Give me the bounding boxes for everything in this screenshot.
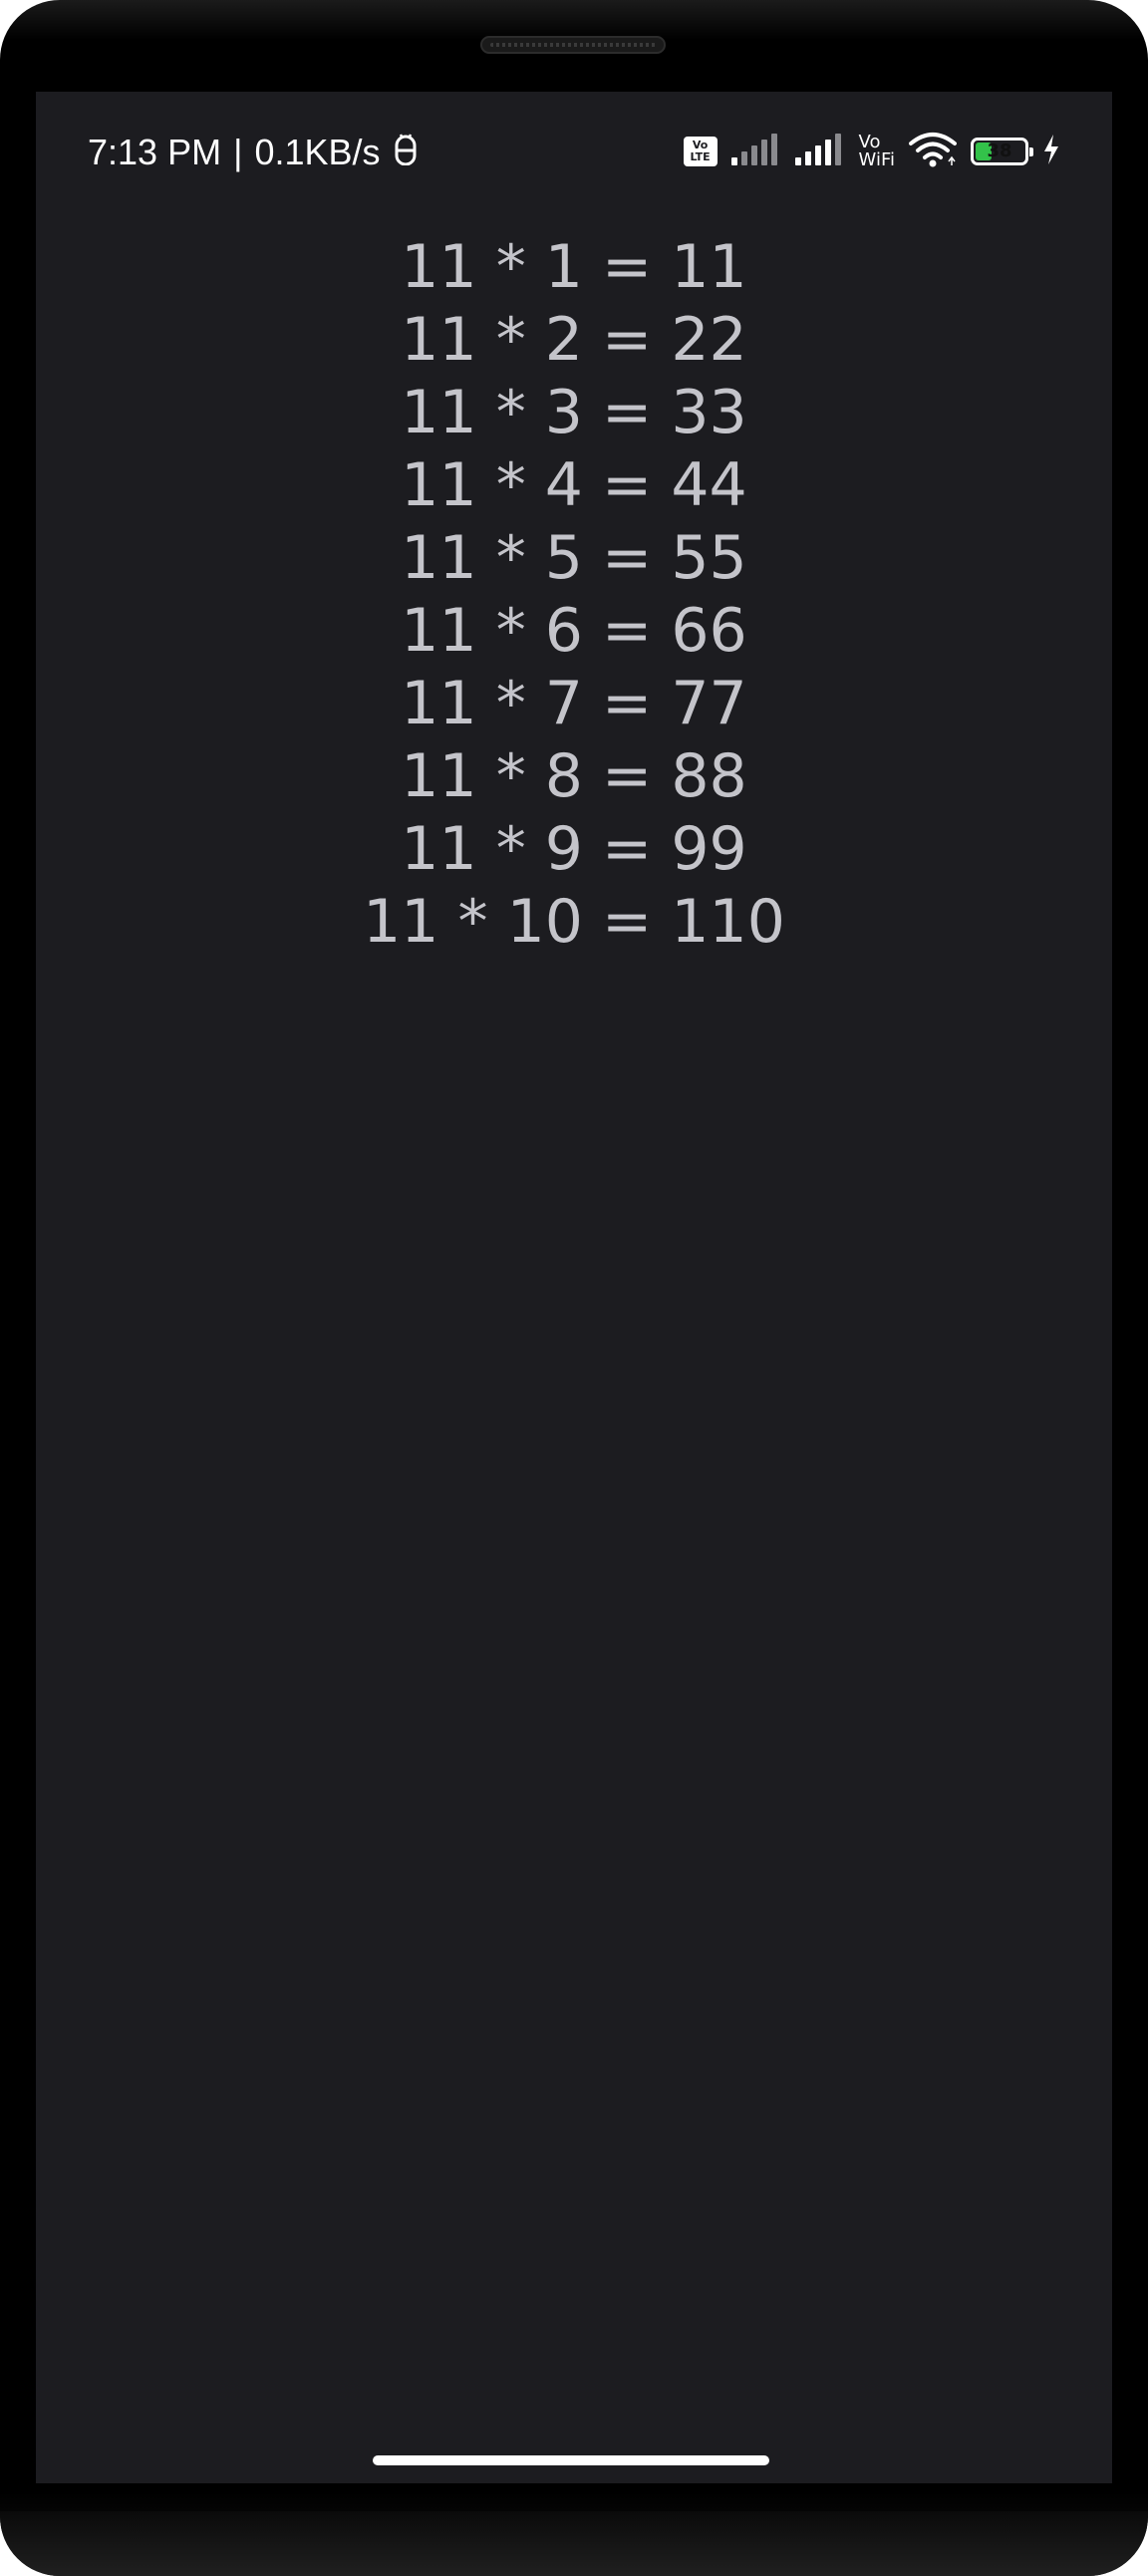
battery-level: 38	[987, 141, 1012, 161]
signal-sim1-icon	[730, 133, 781, 170]
table-row: 11 * 2 = 22	[401, 305, 747, 375]
signal-sim2-icon	[794, 133, 845, 170]
table-row: 11 * 7 = 77	[401, 669, 747, 738]
status-bar: 7:13 PM | 0.1KB/s Vo LTE Vo WiFi 38	[36, 92, 1112, 211]
earpiece-speaker	[480, 36, 666, 54]
table-row: 11 * 1 = 11	[401, 232, 747, 302]
table-row: 11 * 3 = 33	[401, 378, 747, 447]
charging-bolt-icon	[1042, 134, 1060, 169]
table-row: 11 * 6 = 66	[401, 596, 747, 666]
status-left: 7:13 PM | 0.1KB/s	[88, 132, 419, 173]
multiplication-table: 11 * 1 = 11 11 * 2 = 22 11 * 3 = 33 11 *…	[36, 231, 1112, 959]
table-row: 11 * 10 = 110	[363, 887, 785, 957]
battery-icon: 38	[971, 138, 1033, 165]
table-row: 11 * 5 = 55	[401, 523, 747, 593]
vowifi-icon: Vo WiFi	[859, 134, 895, 169]
network-speed: 0.1KB/s	[254, 132, 381, 172]
volte-bottom-label: LTE	[690, 150, 711, 163]
vowifi-bottom-label: WiFi	[858, 149, 895, 170]
screen: 7:13 PM | 0.1KB/s Vo LTE Vo WiFi 38 11 *…	[36, 92, 1112, 2483]
home-gesture-bar[interactable]	[373, 2455, 769, 2465]
battery-cap	[1029, 147, 1033, 156]
phone-frame: 7:13 PM | 0.1KB/s Vo LTE Vo WiFi 38 11 *…	[0, 0, 1148, 2576]
table-row: 11 * 9 = 99	[401, 814, 747, 884]
status-right: Vo LTE Vo WiFi 38	[683, 128, 1060, 175]
table-row: 11 * 8 = 88	[401, 741, 747, 811]
volte-icon: Vo LTE	[683, 137, 718, 166]
status-time: 7:13 PM	[88, 132, 222, 172]
phone-chin	[0, 2511, 1148, 2576]
status-separator: |	[233, 132, 243, 172]
wifi-icon	[909, 132, 957, 172]
table-row: 11 * 4 = 44	[401, 450, 747, 520]
android-debug-icon	[393, 132, 419, 173]
